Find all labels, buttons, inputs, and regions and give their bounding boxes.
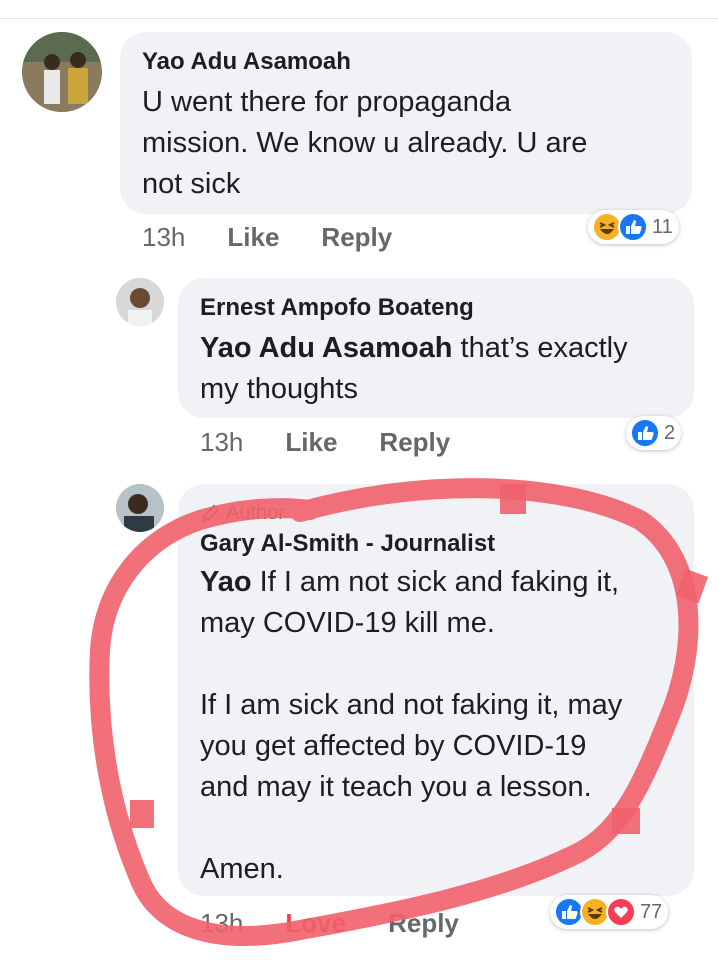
comment-text: Yao If I am not sick and faking it, may … bbox=[200, 562, 622, 890]
comment-text-line: not sick bbox=[142, 168, 241, 200]
comment-author-name[interactable]: Ernest Ampofo Boateng bbox=[200, 294, 474, 322]
comment-text-segment: that’s exactly bbox=[452, 332, 628, 364]
comment-text-line: may COVID-19 kill me. bbox=[200, 607, 495, 639]
reaction-summary[interactable]: 2 bbox=[626, 416, 682, 450]
reply-button[interactable]: Reply bbox=[379, 427, 450, 457]
reaction-summary[interactable]: 77 bbox=[550, 895, 669, 929]
timestamp[interactable]: 13h bbox=[142, 222, 185, 252]
love-icon bbox=[606, 897, 636, 927]
avatar[interactable] bbox=[116, 484, 164, 532]
pencil-icon bbox=[201, 504, 220, 523]
comment-actions: 13h Like Reply bbox=[200, 427, 492, 458]
comment-text-line: mission. We know u already. U are bbox=[142, 127, 588, 159]
comment-bubble: Author Gary Al-Smith - Journalist Yao If… bbox=[178, 484, 694, 896]
comment-bubble: Yao Adu Asamoah U went there for propaga… bbox=[120, 32, 692, 214]
like-icon bbox=[630, 418, 660, 448]
timestamp[interactable]: 13h bbox=[200, 427, 243, 457]
author-badge: Author bbox=[200, 502, 285, 525]
mention-link[interactable]: Yao bbox=[200, 566, 252, 598]
mention-link[interactable]: Yao Adu Asamoah bbox=[200, 332, 452, 364]
reaction-count: 77 bbox=[640, 900, 663, 923]
comment-text-line: Amen. bbox=[200, 853, 284, 885]
comment-actions: 13h Like Reply bbox=[142, 222, 434, 253]
timestamp[interactable]: 13h bbox=[200, 908, 243, 938]
comment-text-line: my thoughts bbox=[200, 373, 358, 405]
comment-text-line: U went there for propaganda bbox=[142, 86, 512, 118]
comment-author-name[interactable]: Yao Adu Asamoah bbox=[142, 48, 351, 76]
reply-button[interactable]: Reply bbox=[321, 222, 392, 252]
comment-actions: 13h Love Reply bbox=[200, 908, 501, 939]
reaction-summary[interactable]: 11 bbox=[588, 210, 679, 244]
comment-text: Yao Adu Asamoah that’s exactly my though… bbox=[200, 328, 628, 410]
comment-text-line: If I am sick and not faking it, may bbox=[200, 689, 623, 721]
comment-text-line: Yao Adu Asamoah that’s exactly bbox=[200, 328, 628, 369]
comment-text-line: and may it teach you a lesson. bbox=[200, 771, 592, 803]
reaction-count: 11 bbox=[652, 215, 673, 238]
comment-text: U went there for propaganda mission. We … bbox=[142, 82, 587, 205]
author-badge-label: Author bbox=[226, 502, 285, 524]
top-divider bbox=[0, 18, 718, 19]
like-button[interactable]: Like bbox=[285, 427, 337, 457]
comment-author-name[interactable]: Gary Al-Smith - Journalist bbox=[200, 530, 495, 558]
comment-text-line: you get affected by COVID-19 bbox=[200, 730, 587, 762]
reply-button[interactable]: Reply bbox=[388, 908, 459, 938]
comment-text-line: Yao If I am not sick and faking it, bbox=[200, 562, 622, 603]
like-button[interactable]: Like bbox=[227, 222, 279, 252]
avatar[interactable] bbox=[116, 278, 164, 326]
comment-text-segment: If I am not sick and faking it, bbox=[251, 566, 620, 598]
like-icon bbox=[618, 212, 648, 242]
avatar[interactable] bbox=[22, 32, 102, 112]
reaction-count: 2 bbox=[664, 421, 676, 444]
comment-bubble: Ernest Ampofo Boateng Yao Adu Asamoah th… bbox=[178, 278, 694, 418]
love-button[interactable]: Love bbox=[285, 908, 346, 938]
